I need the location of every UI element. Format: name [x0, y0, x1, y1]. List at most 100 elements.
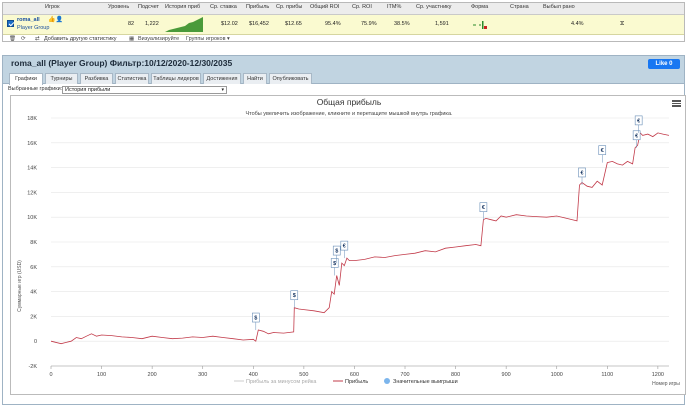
header-form[interactable]: Форма	[471, 4, 488, 10]
header-count[interactable]: Подсчет	[138, 4, 159, 10]
add-stat-link[interactable]: Добавить другую статистику	[44, 36, 117, 42]
y-tick-label: 18K	[27, 116, 37, 122]
tab-breakdown[interactable]: Разбивка	[80, 73, 113, 84]
cell-itm: 38.5%	[394, 21, 410, 27]
header-avg-stake[interactable]: Ср. ставка	[210, 4, 237, 10]
cell-avg-stake: $12.02	[221, 21, 238, 27]
trash-icon[interactable]: 🗑	[9, 36, 16, 42]
y-tick-label: 4K	[30, 290, 37, 296]
header-profit[interactable]: Прибыль	[246, 4, 269, 10]
x-tick-label: 1100	[601, 372, 613, 378]
chart-container[interactable]: Общая прибыль Чтобы увеличить изображени…	[10, 95, 686, 395]
header-profit-history[interactable]: История приб	[165, 4, 200, 10]
header-level[interactable]: Уровень	[108, 4, 129, 10]
big-win-label: $	[293, 293, 296, 299]
x-tick-label: 100	[97, 372, 106, 378]
y-axis-label: Суммарные игр (USD)	[17, 260, 23, 312]
chart-grid	[51, 117, 669, 367]
header-player[interactable]: Игрок	[45, 4, 59, 10]
player-name[interactable]: roma_all	[17, 17, 40, 23]
x-axis-ticks: 0 100 200 300 400 500 600 700 800 900 1000 1100 1200	[49, 365, 669, 378]
cell-avg-roi: 75.9%	[361, 21, 377, 27]
selected-graph-label: Выбранные графики:	[8, 86, 63, 92]
cell-level: 82	[128, 21, 135, 27]
cell-count: 1,222	[145, 21, 159, 27]
x-tick-label: 1000	[551, 372, 563, 378]
big-win-label: €	[343, 244, 346, 250]
legend-big-wins[interactable]: Значительные выигрыши	[393, 379, 458, 385]
player-groups-label: Группы игроков	[186, 36, 226, 42]
cell-early-bust: 4.4%	[571, 21, 584, 27]
big-win-label: €	[635, 133, 638, 139]
cell-avg-entrants: 1,591	[435, 21, 449, 27]
header-total-roi[interactable]: Общий ROI	[310, 4, 339, 10]
y-axis-ticks: -2K 0 2K 4K 6K 8K 10K 12K 14K 16K 18K	[27, 116, 37, 370]
legend-net-profit[interactable]: Прибыль за минусом рейка	[246, 378, 317, 385]
chart-subtitle: Чтобы увеличить изображение, кликните и …	[245, 110, 453, 117]
panel-title: roma_all (Player Group) Фильтр:10/12/202…	[11, 58, 233, 68]
y-tick-label: 10K	[27, 215, 37, 221]
chevron-down-icon: ▾	[221, 87, 224, 93]
x-tick-label: 700	[400, 372, 409, 378]
player-group[interactable]: Player Group	[17, 25, 49, 31]
header-itm[interactable]: ITM%	[387, 4, 401, 10]
header-avg-roi[interactable]: Ср. ROI	[352, 4, 372, 10]
chevron-down-icon: ▾	[227, 36, 230, 42]
y-tick-label: 12K	[27, 190, 37, 196]
header-avg-profit[interactable]: Ср. прибы	[276, 4, 302, 10]
header-country[interactable]: Страна	[510, 4, 529, 10]
series-line-profit[interactable]	[50, 132, 670, 345]
x-tick-label: 500	[299, 372, 308, 378]
player-groups-dropdown[interactable]: Группы игроков ▾	[186, 36, 230, 42]
tab-find[interactable]: Найти	[243, 73, 267, 84]
visualize-link[interactable]: Визуализируйте	[138, 36, 179, 42]
stats-header-row: Игрок Уровень Подсчет История приб Ср. с…	[3, 3, 684, 15]
x-tick-label: 1200	[652, 372, 664, 378]
player-icons: 👍👤	[48, 17, 63, 23]
stats-toolbar: 🗑 ⟳ ⇄ Добавить другую статистику ▦ Визуа…	[3, 35, 684, 43]
cell-profit: $16,452	[249, 21, 269, 27]
legend-profit[interactable]: Прибыль	[345, 379, 368, 385]
header-avg-entrants[interactable]: Ср. участнику	[416, 4, 451, 10]
x-tick-label: 200	[148, 372, 157, 378]
cell-avg-profit: $12.65	[285, 21, 302, 27]
x-tick-label: 0	[49, 372, 52, 378]
panel-header: roma_all (Player Group) Фильтр:10/12/202…	[3, 56, 684, 70]
row-action-icon[interactable]: ⧖	[620, 21, 624, 28]
tab-tournaments[interactable]: Турниры	[45, 73, 78, 84]
tab-leaderboards[interactable]: Таблицы лидеров	[151, 73, 201, 84]
big-win-label: $	[335, 249, 338, 255]
y-tick-label: 8K	[30, 240, 37, 246]
x-tick-label: 300	[198, 372, 207, 378]
chart-title: Общая прибыль	[317, 97, 382, 107]
tab-achievements[interactable]: Достижения	[203, 73, 241, 84]
legend-big-wins-swatch	[384, 378, 390, 384]
y-tick-label: 0	[34, 339, 37, 345]
tab-charts[interactable]: Графики	[9, 73, 43, 85]
stats-table: Игрок Уровень Подсчет История приб Ср. с…	[2, 2, 685, 42]
tab-statistics[interactable]: Статистика	[115, 73, 149, 84]
form-indicator	[473, 21, 487, 29]
y-tick-label: 2K	[30, 314, 37, 320]
big-win-markers: $ $ $ $ € € € € € €	[252, 115, 643, 331]
x-tick-label: 600	[350, 372, 359, 378]
cell-total-roi: 95.4%	[325, 21, 341, 27]
chart-menu-icon[interactable]	[672, 100, 681, 107]
header-early-bust[interactable]: Выбыл рано	[543, 4, 575, 10]
refresh-icon[interactable]: ⟳	[21, 36, 26, 42]
x-tick-label: 900	[502, 372, 511, 378]
facebook-like-button[interactable]: Like 0	[648, 59, 680, 69]
tab-bar: Графики Турниры Разбивка Статистика Табл…	[3, 70, 684, 85]
big-win-label: €	[637, 118, 640, 124]
tab-publish[interactable]: Опубликовать	[269, 73, 312, 84]
add-stat-icon: ⇄	[35, 36, 40, 42]
big-win-label: €	[482, 205, 485, 211]
player-checkbox[interactable]	[7, 20, 14, 27]
profit-chart[interactable]: Общая прибыль Чтобы увеличить изображени…	[11, 96, 687, 396]
player-row[interactable]: roma_all 👍👤 Player Group 82 1,222 $12.02…	[3, 15, 684, 35]
big-win-label: $	[254, 316, 257, 322]
chart-legend[interactable]: Прибыль за минусом рейка Прибыль Значите…	[234, 378, 458, 385]
graph-select-value: История прибыли	[65, 87, 111, 93]
x-tick-label: 800	[451, 372, 460, 378]
graph-select[interactable]: История прибыли ▾	[62, 86, 227, 94]
